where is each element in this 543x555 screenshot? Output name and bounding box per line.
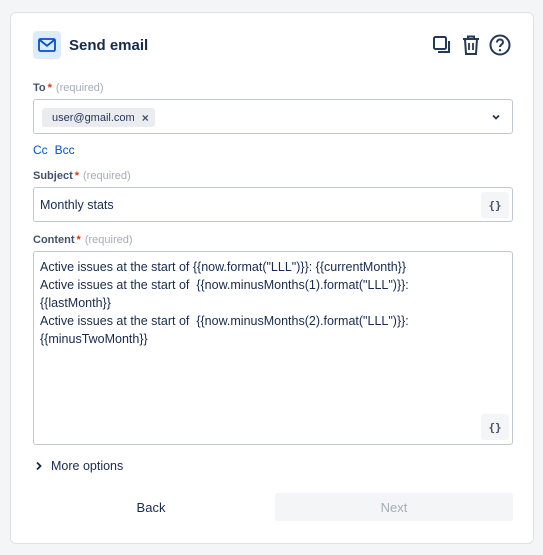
send-email-panel: Send email To * (required) user@gmail.co…	[10, 12, 534, 544]
chevron-right-icon	[36, 461, 42, 471]
chevron-down-icon[interactable]	[490, 111, 502, 123]
mail-icon	[33, 31, 61, 59]
content-label: Content * (required)	[33, 234, 133, 246]
subject-variables-button[interactable]: {}	[481, 192, 509, 218]
content-value: Active issues at the start of {{now.form…	[40, 260, 409, 346]
next-button[interactable]: Next	[275, 493, 513, 521]
panel-title: Send email	[69, 36, 149, 54]
duplicate-button[interactable]	[431, 34, 453, 56]
help-button[interactable]	[489, 34, 511, 56]
subject-label-text: Subject	[33, 170, 73, 182]
content-variables-button[interactable]: {}	[481, 414, 509, 440]
back-button[interactable]: Back	[33, 493, 269, 521]
recipient-email: user@gmail.com	[52, 111, 135, 124]
cc-bcc-links: Cc Bcc	[33, 143, 75, 157]
delete-button[interactable]	[460, 34, 482, 56]
content-textarea[interactable]: Active issues at the start of {{now.form…	[33, 251, 513, 445]
subject-label: Subject * (required)	[33, 170, 131, 182]
panel-header: Send email	[33, 30, 511, 60]
bcc-link[interactable]: Bcc	[55, 143, 75, 157]
subject-required-mark: *	[74, 170, 80, 182]
subject-input[interactable]: Monthly stats {}	[33, 187, 513, 222]
more-options-label: More options	[51, 459, 124, 473]
remove-recipient-icon[interactable]: ×	[142, 112, 149, 124]
help-icon	[489, 34, 511, 56]
duplicate-icon	[433, 36, 450, 53]
more-options-toggle[interactable]: More options	[35, 459, 123, 473]
content-required-mark: *	[76, 234, 81, 246]
to-required-text: (required)	[55, 82, 104, 94]
to-label: To * (required)	[33, 82, 104, 94]
header-actions	[431, 34, 511, 56]
cc-link[interactable]: Cc	[33, 143, 48, 157]
subject-required-text: (required)	[83, 170, 131, 182]
to-required-mark: *	[47, 82, 52, 94]
subject-value: Monthly stats	[40, 198, 114, 212]
to-label-text: To	[33, 82, 46, 94]
content-label-text: Content	[33, 234, 75, 246]
recipient-chip: user@gmail.com ×	[42, 108, 155, 127]
to-field[interactable]: user@gmail.com ×	[33, 99, 513, 134]
content-required-text: (required)	[84, 234, 133, 246]
delete-icon	[463, 35, 479, 55]
